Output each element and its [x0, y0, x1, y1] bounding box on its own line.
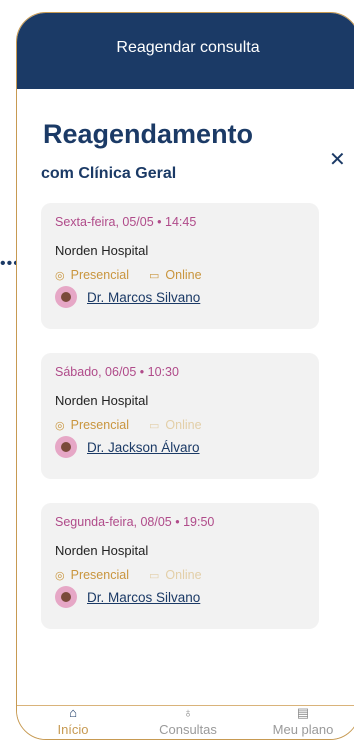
appointment-date: Sexta-feira, 05/05 • 14:45 [55, 215, 197, 229]
nav-label: Início [57, 722, 89, 737]
doctor-row: Dr. Marcos Silvano [55, 586, 305, 608]
page-title: Reagendamento [43, 119, 254, 149]
video-camera-icon: ▭ [148, 419, 160, 432]
doctor-avatar [55, 586, 77, 608]
doctor-avatar [55, 436, 77, 458]
doctor-row: Dr. Marcos Silvano [55, 286, 305, 308]
nav-item-consultas[interactable]: ♁ Consultas [138, 706, 238, 739]
topbar-title: Reagendar consulta [116, 39, 260, 56]
mode-online[interactable]: ▭ Online [149, 268, 202, 282]
mode-online: ▭ Online [149, 418, 202, 432]
location-pin-icon: ◎ [55, 269, 65, 282]
location-pin-icon: ◎ [55, 569, 65, 582]
mode-presencial[interactable]: ◎ Presencial [55, 268, 129, 282]
appointment-card[interactable]: Sábado, 06/05 • 10:30 Norden Hospital ◎ … [41, 353, 319, 479]
appointment-modes: ◎ Presencial ▭ Online [55, 568, 305, 582]
hospital-name: Norden Hospital [55, 543, 149, 558]
appointment-card[interactable]: Sexta-feira, 05/05 • 14:45 Norden Hospit… [41, 203, 319, 329]
mode-presencial[interactable]: ◎ Presencial [55, 568, 129, 582]
appointment-date: Segunda-feira, 08/05 • 19:50 [55, 515, 215, 529]
page-subtitle: com Clínica Geral [41, 165, 177, 182]
mode-online-label: Online [165, 568, 202, 582]
phone-frame: Reagendar consulta Reagendamento com Clí… [16, 12, 354, 740]
hospital-name: Norden Hospital [55, 243, 149, 258]
mode-online: ▭ Online [149, 568, 202, 582]
location-pin-icon: ◎ [55, 419, 65, 432]
appointment-date: Sábado, 06/05 • 10:30 [55, 365, 179, 379]
top-bar: Reagendar consulta [17, 13, 354, 89]
appointment-modes: ◎ Presencial ▭ Online [55, 268, 305, 282]
nav-label: Meu plano [272, 722, 334, 737]
doctor-link[interactable]: Dr. Marcos Silvano [87, 290, 200, 305]
bottom-nav: ⌂ Início ♁ Consultas ▤ Meu plano [17, 705, 354, 739]
mode-presencial-label: Presencial [70, 268, 129, 282]
nav-label: Consultas [159, 722, 217, 737]
nav-item-inicio[interactable]: ⌂ Início [23, 706, 123, 739]
document-icon: ▤ [296, 705, 310, 720]
video-camera-icon: ▭ [148, 569, 160, 582]
appointment-card[interactable]: Segunda-feira, 08/05 • 19:50 Norden Hosp… [41, 503, 319, 629]
doctor-avatar [55, 286, 77, 308]
mode-presencial[interactable]: ◎ Presencial [55, 418, 129, 432]
doctor-link[interactable]: Dr. Jackson Álvaro [87, 440, 200, 455]
video-camera-icon: ▭ [148, 269, 160, 282]
stethoscope-icon: ♁ [183, 705, 193, 720]
mode-presencial-label: Presencial [70, 418, 129, 432]
hospital-name: Norden Hospital [55, 393, 149, 408]
doctor-link[interactable]: Dr. Marcos Silvano [87, 590, 200, 605]
doctor-row: Dr. Jackson Álvaro [55, 436, 305, 458]
mode-online-label: Online [165, 418, 202, 432]
close-button[interactable]: ✕ [329, 147, 346, 172]
appointment-modes: ◎ Presencial ▭ Online [55, 418, 305, 432]
mode-online-label: Online [165, 268, 202, 282]
nav-item-meu-plano[interactable]: ▤ Meu plano [253, 706, 353, 739]
home-icon: ⌂ [69, 705, 77, 720]
mode-presencial-label: Presencial [70, 568, 129, 582]
